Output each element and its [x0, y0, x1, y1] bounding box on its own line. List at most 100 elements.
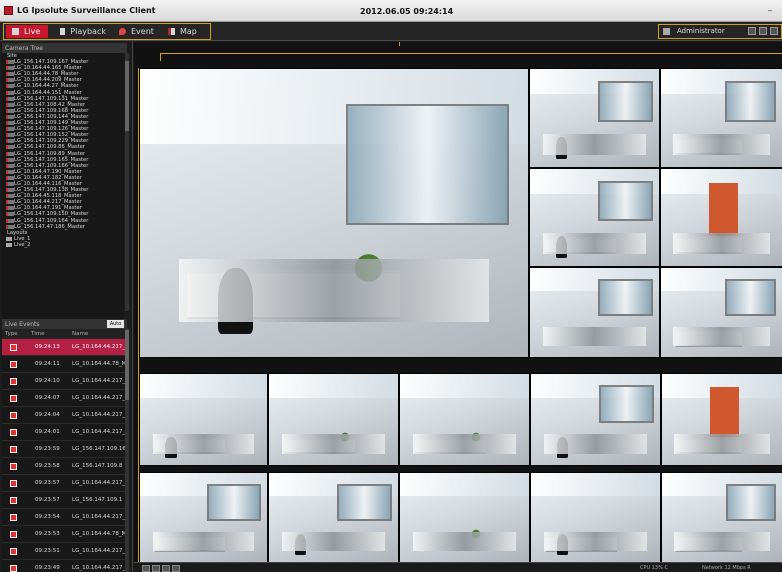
event-row[interactable]: 09:23:57 LG_156.147.109.1 [2, 491, 127, 508]
camera-window-scene [725, 80, 776, 122]
camera-tile-17[interactable] [661, 472, 782, 563]
layout-button-4[interactable] [172, 565, 180, 572]
event-time: 09:23:58 [35, 463, 60, 469]
event-row[interactable]: 09:24:07 LG_10.164.44.217_ [2, 389, 127, 406]
event-time: 09:24:07 [35, 395, 60, 401]
layout-button-1[interactable] [142, 565, 150, 572]
camera-tile-10[interactable] [399, 373, 530, 466]
tab-live[interactable]: Live [6, 25, 48, 38]
lock-button[interactable] [748, 27, 756, 35]
alarm-icon [10, 514, 17, 521]
tab-map[interactable]: Map [162, 25, 206, 38]
camera-tree-title: Camera Tree [2, 43, 127, 53]
camera-tile-15[interactable] [399, 472, 530, 563]
camera-tile-3[interactable] [660, 68, 782, 168]
camera-plant-scene [353, 241, 385, 294]
help-button[interactable] [770, 27, 778, 35]
camera-desk-scene [155, 437, 226, 453]
event-time: 09:23:53 [35, 531, 60, 537]
alarm-icon [10, 480, 17, 487]
event-row[interactable]: 09:23:53 LG_10.164.44.78_M [2, 525, 127, 542]
camera-tile-7[interactable] [660, 267, 782, 358]
camera-tree-scrollbar[interactable] [125, 53, 129, 311]
column-type: Type [5, 331, 18, 337]
user-panel: Administrator [658, 24, 782, 39]
cpu-status: CPU 13% C [640, 565, 668, 571]
tab-event-label: Event [131, 27, 154, 36]
camera-tile-14[interactable] [268, 472, 399, 563]
event-row[interactable]: 09:23:58 LG_156.147.109.8 [2, 457, 127, 474]
event-row[interactable]: 09:23:57 LG_10.164.44.217_ [2, 474, 127, 491]
minimize-button[interactable]: _ [768, 2, 772, 11]
event-camera-name: LG_156.147.109.1 [72, 497, 123, 503]
alarm-icon [10, 446, 17, 453]
status-bar: CPU 13% C Network 12 Mbps R [134, 562, 782, 572]
live-view-area [134, 42, 782, 572]
event-row[interactable]: 09:24:04 LG_10.164.44.217_ [2, 406, 127, 423]
event-time: 09:24:01 [35, 429, 60, 435]
current-datetime: 2012.06.05 09:24:14 [360, 7, 454, 16]
event-time: 09:23:59 [35, 446, 60, 452]
camera-desk-scene [676, 437, 743, 453]
settings-button[interactable] [759, 27, 767, 35]
camera-tile-16[interactable] [530, 472, 661, 563]
tab-event[interactable]: Event [113, 25, 162, 38]
tab-playback[interactable]: Playback [54, 25, 112, 38]
camera-grid[interactable] [138, 68, 782, 564]
camera-desk-scene [675, 236, 743, 253]
camera-tile-5[interactable] [660, 168, 782, 267]
events-scroll-thumb[interactable] [125, 330, 129, 400]
event-camera-name: LG_10.164.44.217_ [72, 514, 126, 520]
event-camera-name: LG_10.164.44.217_ [72, 429, 126, 435]
live-events-panel: Live Events Auto Type Time Name 09:24:13… [2, 319, 127, 572]
camera-chair-scene [556, 534, 569, 555]
camera-window-scene [725, 483, 776, 522]
event-row[interactable]: 09:24:13 LG_10.164.44.217_ [2, 338, 127, 355]
map-icon [168, 28, 175, 35]
event-time: 09:23:51 [35, 548, 60, 554]
alarm-icon [10, 565, 17, 572]
main-navigation: Live Playback Event Map [3, 23, 211, 40]
layout-live-2[interactable]: Live_2 [6, 242, 124, 248]
event-row[interactable]: 09:24:11 LG_10.164.44.78_M [2, 355, 127, 372]
annotation-guide-top [399, 42, 400, 46]
user-icon [663, 28, 670, 35]
camera-tile-13[interactable] [139, 472, 268, 563]
camera-tile-12[interactable] [661, 373, 782, 466]
event-row[interactable]: 09:23:59 LG_156.147.109.16 [2, 440, 127, 457]
camera-desk-scene [675, 330, 743, 345]
column-time: Time [31, 331, 45, 337]
camera-tile-6[interactable] [529, 267, 660, 358]
event-row[interactable]: 09:24:10 LG_10.164.44.217_ [2, 372, 127, 389]
column-name: Name [72, 331, 89, 337]
event-row[interactable]: 09:23:49 LG_10.164.44.217_ [2, 559, 127, 572]
camera-tile-4[interactable] [529, 168, 660, 267]
alarm-icon [10, 395, 17, 402]
layout-button-3[interactable] [162, 565, 170, 572]
camera-tile-2[interactable] [529, 68, 660, 168]
app-logo-icon [4, 6, 13, 15]
camera-chair-scene [555, 136, 568, 160]
alarm-icon [10, 361, 17, 368]
camera-chair-scene [217, 267, 253, 334]
camera-orange-wall-scene [710, 386, 739, 437]
camera-tile-8[interactable] [139, 373, 268, 466]
camera-icon [12, 28, 19, 35]
tab-live-label: Live [24, 27, 41, 36]
camera-tile-11[interactable] [530, 373, 661, 466]
camera-tree-scroll-thumb[interactable] [125, 61, 129, 131]
camera-tree[interactable]: Site LG_156.147.109.167_Master LG_10.164.… [2, 53, 124, 345]
camera-chair-scene [556, 436, 569, 458]
event-row[interactable]: 09:23:54 LG_10.164.44.217_ [2, 508, 127, 525]
camera-tile-main[interactable] [139, 68, 529, 358]
event-row[interactable]: 09:23:51 LG_10.164.44.217_ [2, 542, 127, 559]
camera-tile-9[interactable] [268, 373, 399, 466]
events-scrollbar[interactable] [125, 328, 129, 572]
camera-plant-scene [339, 428, 351, 445]
event-time: 09:23:57 [35, 497, 60, 503]
event-camera-name: LG_10.164.44.217_ [72, 565, 126, 571]
event-camera-name: LG_10.164.44.217_ [72, 344, 126, 350]
auto-button[interactable]: Auto [107, 320, 124, 328]
event-row[interactable]: 09:24:01 LG_10.164.44.217_ [2, 423, 127, 440]
layout-button-2[interactable] [152, 565, 160, 572]
